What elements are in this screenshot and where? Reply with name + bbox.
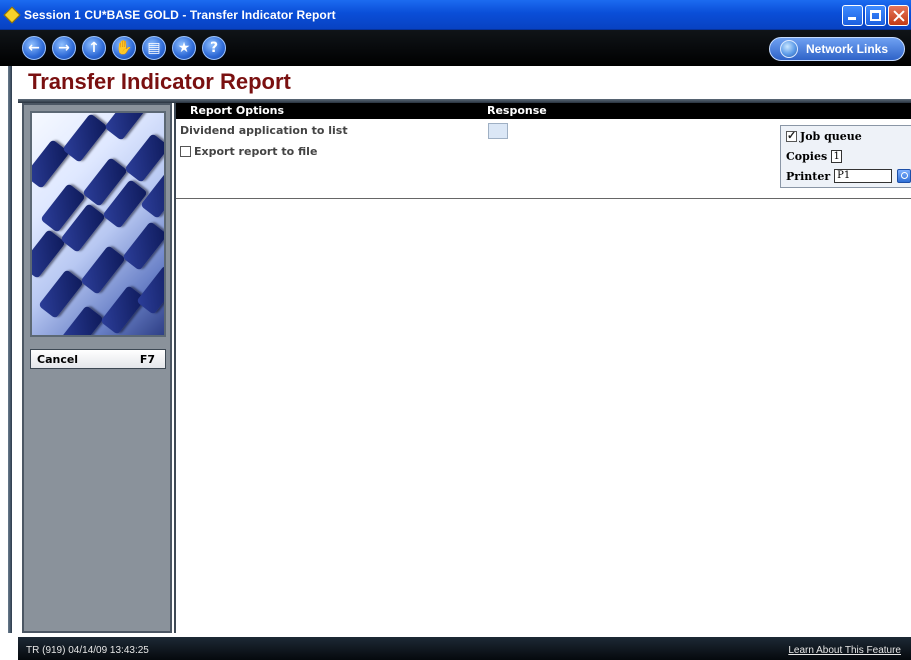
left-frame-stripe [0, 66, 18, 660]
printer-lookup-icon[interactable] [897, 169, 911, 183]
options-area: Dividend application to list Export repo… [176, 119, 911, 199]
dividend-application-response-field[interactable] [488, 123, 508, 139]
status-text: TR (919) 04/14/09 13:43:25 [26, 645, 149, 656]
window-title: Session 1 CU*BASE GOLD - Transfer Indica… [24, 7, 336, 22]
minimize-button[interactable] [842, 5, 863, 26]
option-export-label: Export report to file [194, 145, 318, 158]
copies-label: Copies [786, 150, 828, 163]
up-arrow-icon[interactable]: ↑ [82, 36, 106, 60]
response-header: Response [487, 104, 547, 117]
stop-hand-icon[interactable]: ✋ [112, 36, 136, 60]
page-header: Transfer Indicator Report [18, 66, 911, 99]
option-export-report: Export report to file [180, 145, 317, 158]
network-links-button[interactable]: Network Links [769, 37, 905, 61]
export-report-checkbox[interactable] [180, 146, 191, 157]
network-links-label: Network Links [806, 42, 889, 56]
option-dividend-application: Dividend application to list [180, 124, 348, 137]
window-title-bar: Session 1 CU*BASE GOLD - Transfer Indica… [0, 0, 911, 30]
favorite-star-icon[interactable]: ★ [172, 36, 196, 60]
sidebar: Cancel F7 [22, 103, 172, 633]
forward-arrow-icon[interactable]: → [52, 36, 76, 60]
back-arrow-icon[interactable]: ← [22, 36, 46, 60]
globe-icon [780, 40, 798, 58]
window-controls [842, 5, 909, 26]
nav-button-group: ← → ↑ ✋ ▤ ★? [22, 36, 226, 60]
learn-about-feature-link[interactable]: Learn About This Feature [788, 645, 901, 656]
copies-field[interactable]: 1 [831, 150, 843, 163]
maximize-button[interactable] [865, 5, 886, 26]
help-icon[interactable]: ? [202, 36, 226, 60]
printer-label: Printer [786, 169, 831, 183]
print-icon[interactable]: ▤ [142, 36, 166, 60]
page-title: Transfer Indicator Report [28, 69, 291, 94]
app-diamond-icon [3, 6, 21, 23]
keyboard-image [30, 111, 166, 337]
main-panel: Report Options Response Dividend applica… [174, 103, 911, 633]
option-dividend-label: Dividend application to list [180, 124, 348, 137]
footer-bar [18, 637, 911, 660]
column-header: Report Options Response [176, 103, 911, 119]
cancel-button[interactable]: Cancel F7 [30, 349, 166, 369]
toolbar: ← → ↑ ✋ ▤ ★? Network Links [0, 30, 911, 66]
report-options-header: Report Options [190, 104, 285, 117]
job-queue-label: Job queue [800, 130, 862, 143]
cancel-label: Cancel [37, 352, 79, 366]
cancel-key-label: F7 [139, 352, 155, 366]
printer-field[interactable]: P1 [834, 169, 893, 183]
job-queue-panel: Job queue Copies 1 Printer P1 [780, 125, 911, 188]
job-queue-checkbox[interactable] [786, 129, 797, 142]
close-button[interactable] [888, 5, 909, 26]
